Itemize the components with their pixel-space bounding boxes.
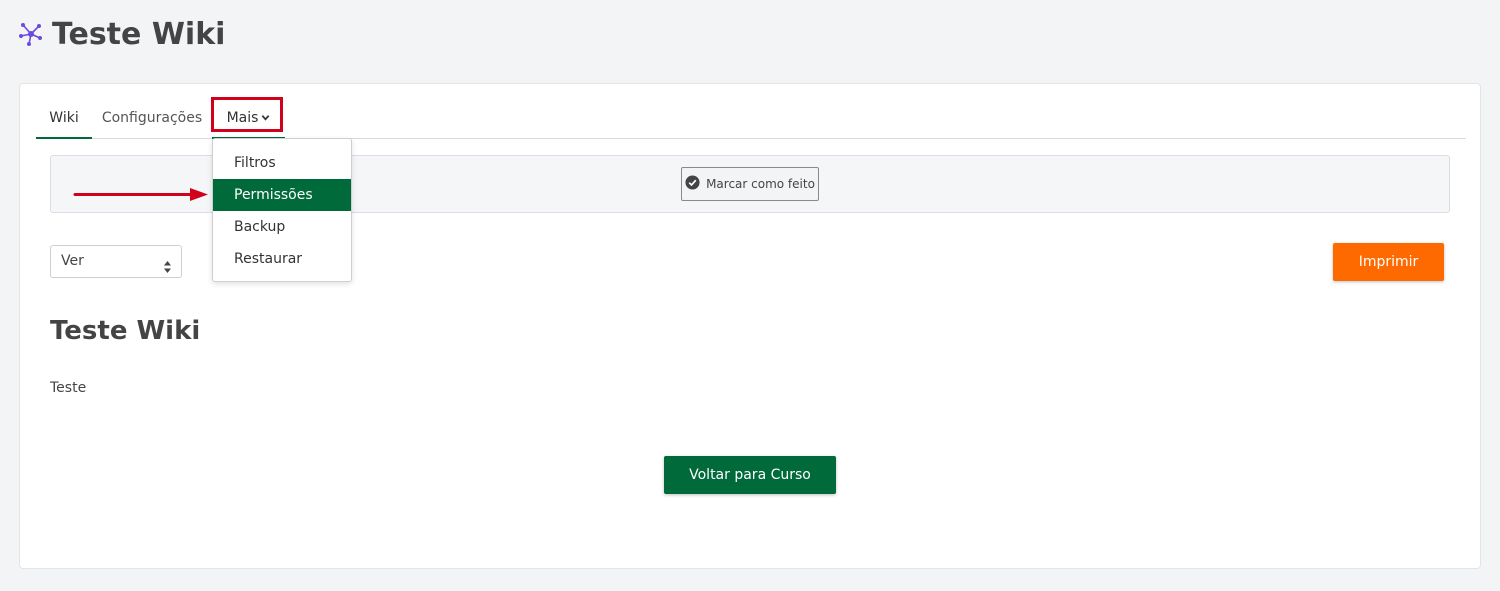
more-dropdown-menu: Filtros Permissões Backup Restaurar [212,138,352,282]
chevron-down-icon [261,98,270,138]
mark-as-done-button[interactable]: Marcar como feito [681,167,819,201]
menu-item-restaurar[interactable]: Restaurar [213,243,351,275]
content-text: Teste [50,380,87,396]
tab-wiki[interactable]: Wiki [36,98,92,139]
view-select-value: Ver [61,253,84,269]
tab-mais-label: Mais [226,110,259,126]
print-button[interactable]: Imprimir [1333,243,1444,281]
sort-caret-icon [163,255,172,286]
page-header: Teste Wiki [18,14,225,54]
menu-item-permissoes[interactable]: Permissões [213,179,351,211]
view-select[interactable]: Ver [50,245,182,278]
page-title: Teste Wiki [52,16,226,52]
menu-item-filtros[interactable]: Filtros [213,147,351,179]
check-circle-icon [685,175,700,193]
annotation-arrow-icon [73,188,208,201]
content-title: Teste Wiki [50,316,201,346]
wiki-network-icon [18,21,44,47]
tab-configuracoes[interactable]: Configurações [100,98,204,139]
tab-mais[interactable]: Mais [212,98,285,139]
menu-item-backup[interactable]: Backup [213,211,351,243]
tab-bar: Wiki Configurações Mais [36,98,1466,139]
mark-as-done-label: Marcar como feito [706,177,815,191]
back-to-course-button[interactable]: Voltar para Curso [664,456,836,494]
